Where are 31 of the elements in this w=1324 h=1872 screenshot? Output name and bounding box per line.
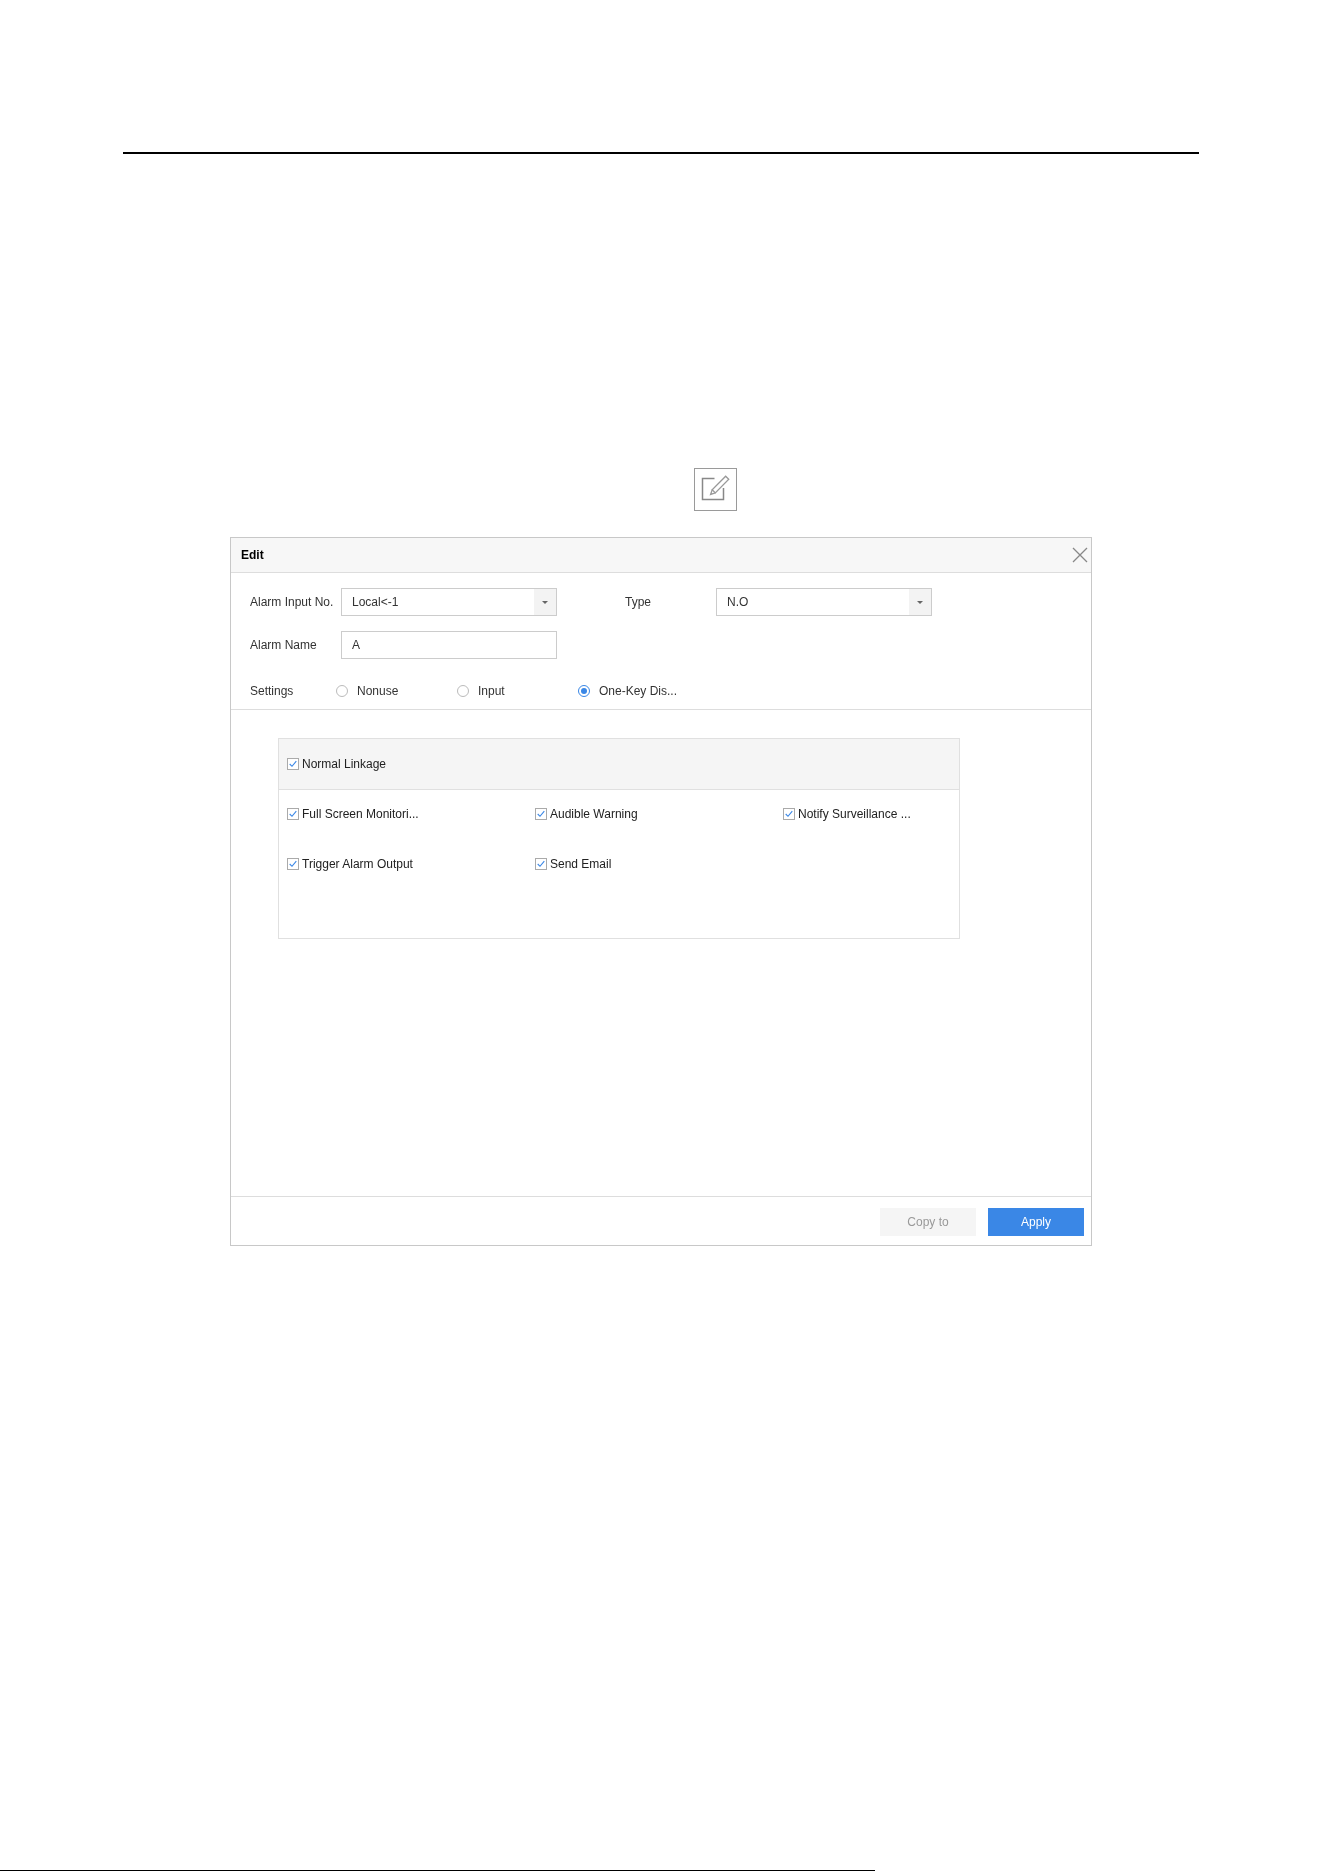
dropdown-field[interactable]: N.O <box>716 588 932 616</box>
checkbox[interactable] <box>535 858 547 870</box>
field-label: Alarm Name <box>250 637 318 654</box>
radio-button[interactable] <box>457 685 469 697</box>
checkbox[interactable] <box>287 858 299 870</box>
dialog-title: Edit <box>241 547 264 564</box>
text-field[interactable]: A <box>341 631 557 659</box>
radio-button[interactable] <box>578 685 590 697</box>
checkbox[interactable] <box>783 808 795 820</box>
action-button[interactable]: Apply <box>988 1208 1084 1236</box>
radio-label: Nonuse <box>357 683 399 700</box>
radio-label: One-Key Dis... <box>599 683 678 700</box>
checkbox-label: Full Screen Monitori... <box>302 806 419 823</box>
checkbox[interactable] <box>535 808 547 820</box>
radio-label: Input <box>478 683 505 700</box>
dropdown-field[interactable]: Local<-1 <box>341 588 557 616</box>
field-label: Alarm Input No. <box>250 594 335 611</box>
pencil-square-icon <box>694 468 737 511</box>
caret-icon <box>534 589 556 615</box>
checkbox-label: Notify Surveillance ... <box>798 806 911 823</box>
close-icon[interactable] <box>1072 547 1088 563</box>
radio-button[interactable] <box>336 685 348 697</box>
checkbox[interactable] <box>287 758 299 770</box>
checkbox-label: Normal Linkage <box>302 756 387 773</box>
caret-icon <box>909 589 931 615</box>
checkbox-label: Audible Warning <box>550 806 638 823</box>
checkbox-label: Send Email <box>550 856 612 873</box>
checkbox[interactable] <box>287 808 299 820</box>
field-label: Type <box>625 594 652 611</box>
field-label: Settings <box>250 683 295 700</box>
checkbox-label: Trigger Alarm Output <box>302 856 413 873</box>
